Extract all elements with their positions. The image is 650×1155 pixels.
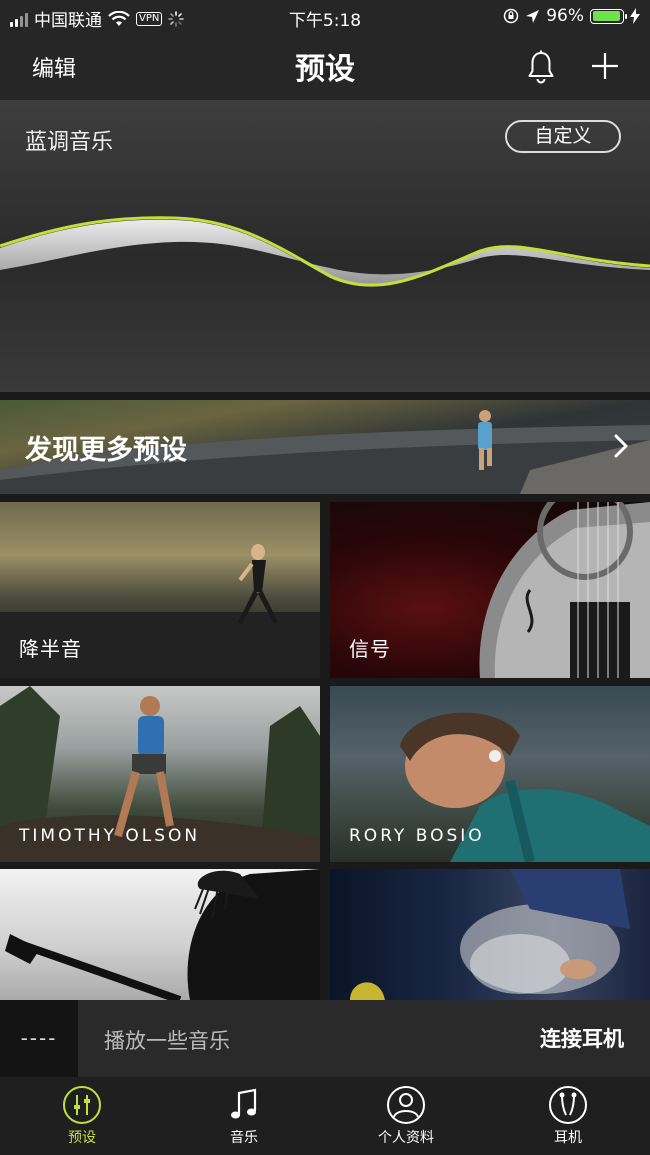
tile-label: TIMOTHY OLSON bbox=[19, 826, 201, 846]
now-playing-bar[interactable]: ---- 播放一些音乐 连接耳机 bbox=[0, 1000, 650, 1077]
tile-label: 降半音 bbox=[19, 637, 82, 661]
tile-label: RORY BOSIO bbox=[349, 826, 485, 846]
customize-button[interactable]: 自定义 bbox=[505, 120, 621, 153]
connect-headphones-button[interactable]: 连接耳机 bbox=[540, 1023, 624, 1053]
edit-button[interactable]: 编辑 bbox=[32, 51, 76, 83]
now-playing-artwork: ---- bbox=[0, 1000, 78, 1077]
preset-tile-timothy-olson[interactable]: TIMOTHY OLSON bbox=[0, 686, 320, 862]
battery-fill bbox=[592, 11, 621, 21]
battery-percent: 96% bbox=[546, 6, 584, 26]
status-bar: 中国联通 VPN 下午5:18 96% bbox=[0, 0, 650, 34]
preset-panel: 蓝调音乐 自定义 bbox=[0, 100, 650, 392]
tab-presets[interactable]: 预设 bbox=[17, 1085, 147, 1147]
sliders-icon bbox=[63, 1086, 101, 1124]
preset-tile-climber[interactable] bbox=[330, 869, 650, 1000]
bass-player-image bbox=[5, 869, 320, 1000]
chalk-climber-image bbox=[350, 869, 630, 1000]
discover-title: 发现更多预设 bbox=[25, 435, 187, 466]
eq-curve[interactable] bbox=[0, 190, 650, 320]
tab-bar: 预设 音乐 个人资料 耳机 bbox=[0, 1077, 650, 1155]
tab-label: 耳机 bbox=[554, 1130, 582, 1146]
tab-music[interactable]: 音乐 bbox=[179, 1085, 309, 1147]
tab-headphones[interactable]: 耳机 bbox=[503, 1085, 633, 1147]
tab-profile[interactable]: 个人资料 bbox=[341, 1085, 471, 1147]
discover-more-banner[interactable]: 发现更多预设 bbox=[0, 400, 650, 494]
location-icon bbox=[526, 9, 540, 23]
tile-label: 信号 bbox=[349, 637, 391, 661]
orientation-lock-icon bbox=[503, 8, 519, 24]
preset-tile-rory-bosio[interactable]: RORY BOSIO bbox=[330, 686, 650, 862]
chevron-right-icon bbox=[614, 434, 628, 458]
tab-label: 音乐 bbox=[230, 1130, 258, 1146]
preset-tile-signal[interactable]: 信号 bbox=[330, 502, 650, 678]
preset-tile-bass-player[interactable] bbox=[0, 869, 320, 1000]
battery-icon bbox=[590, 8, 627, 24]
now-playing-text: 播放一些音乐 bbox=[104, 1029, 230, 1053]
tab-label: 预设 bbox=[68, 1130, 96, 1146]
preset-name: 蓝调音乐 bbox=[25, 130, 114, 155]
bell-icon[interactable] bbox=[527, 50, 555, 84]
headphones-icon bbox=[549, 1086, 587, 1124]
profile-icon bbox=[387, 1086, 425, 1124]
status-right: 96% bbox=[503, 6, 640, 26]
music-note-icon bbox=[231, 1088, 257, 1119]
tab-label: 个人资料 bbox=[378, 1130, 434, 1146]
charging-bolt-icon bbox=[630, 8, 640, 24]
preset-tile-drop-half-step[interactable]: 降半音 bbox=[0, 502, 320, 678]
nav-bar: 编辑 预设 bbox=[0, 34, 650, 100]
add-icon[interactable] bbox=[590, 51, 620, 81]
